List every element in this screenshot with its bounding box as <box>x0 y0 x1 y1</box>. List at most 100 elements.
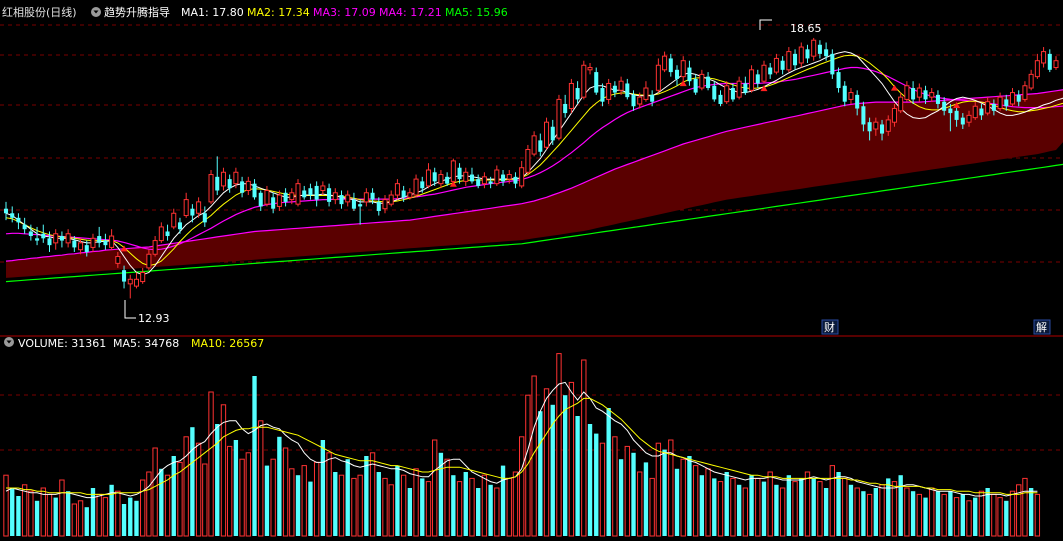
volume-bar <box>413 468 419 537</box>
candle-body <box>35 238 40 241</box>
candle <box>773 53 779 75</box>
volume-bar <box>376 472 381 536</box>
candle-body <box>1004 99 1009 107</box>
volume-bar <box>519 436 525 537</box>
volume-bar <box>1034 493 1041 537</box>
candle <box>358 199 363 225</box>
volume-toggle[interactable] <box>4 337 14 347</box>
candle-body <box>84 245 89 252</box>
ma-legend-item-5: MA5: 15.96 <box>445 6 508 19</box>
volume-bar <box>631 452 636 536</box>
candle-body <box>506 174 512 180</box>
candle <box>625 78 630 100</box>
candle <box>65 229 71 248</box>
candle-body <box>276 194 282 207</box>
candle-body <box>72 240 77 248</box>
volume-bar <box>649 477 655 537</box>
candle <box>736 76 742 100</box>
candle <box>183 192 189 218</box>
volume-bar <box>680 458 686 537</box>
volume-bar <box>755 477 761 537</box>
volume-bar <box>121 504 127 536</box>
candle-body <box>220 171 226 187</box>
volume-bar <box>674 468 680 536</box>
volume-bar <box>761 481 767 536</box>
candle-body <box>481 176 487 185</box>
candle <box>575 81 580 104</box>
volume-bar <box>289 468 295 537</box>
candle <box>252 179 257 200</box>
candle <box>425 163 432 189</box>
candle <box>743 76 748 95</box>
volume-bar <box>159 468 164 536</box>
candle-body <box>556 98 562 139</box>
candle <box>655 58 661 93</box>
candle <box>382 195 388 214</box>
volume-bars <box>3 353 1041 537</box>
candle-body <box>836 72 841 89</box>
candle <box>761 60 767 84</box>
candle <box>674 65 680 86</box>
candle <box>140 267 146 284</box>
volume-bar <box>71 503 78 537</box>
ma-legend-item-4: MA4: 17.21 <box>379 6 442 19</box>
volume-bar <box>898 475 903 536</box>
candle-body <box>202 213 207 223</box>
candle <box>488 176 493 189</box>
volume-bar <box>338 474 345 537</box>
high-price-label: 18.65 <box>790 22 822 35</box>
candle <box>388 190 394 207</box>
volume-bar <box>804 471 811 537</box>
volume-bar <box>873 488 878 536</box>
indicator-toggle[interactable] <box>91 7 101 17</box>
volume-bar <box>779 487 786 537</box>
volume-bar <box>345 459 350 536</box>
volume-bar <box>469 477 475 537</box>
candle <box>513 172 518 189</box>
signal-arrow <box>890 84 898 91</box>
candle <box>600 83 605 107</box>
volume-bar <box>736 484 742 536</box>
candle-body <box>258 192 263 207</box>
candle <box>133 272 139 289</box>
volume-bar <box>202 463 208 537</box>
candle <box>177 217 182 234</box>
candle <box>420 176 425 193</box>
candle-body <box>948 108 953 114</box>
candle-body <box>867 122 872 132</box>
volume-bar <box>823 488 829 536</box>
unlock-marker[interactable]: 解 <box>1036 320 1047 334</box>
volume-bar <box>742 487 749 537</box>
candle <box>171 208 177 230</box>
candle-body <box>283 192 288 202</box>
candle-body <box>650 94 655 102</box>
volume-bar <box>128 497 133 536</box>
candle-body <box>811 39 817 57</box>
candle <box>556 94 562 141</box>
candle-body <box>345 194 351 203</box>
volume-ma10-value: 26567 <box>229 337 264 350</box>
volume-bar <box>978 490 985 537</box>
ma-legend-item-1: MA1: 17.80 <box>181 6 244 19</box>
candle-body <box>1041 51 1047 64</box>
candle <box>680 56 686 82</box>
volume-bar <box>481 474 488 537</box>
candle <box>394 179 400 200</box>
candle-body <box>208 174 214 203</box>
candle <box>10 206 15 223</box>
candle-body <box>575 88 580 100</box>
candle-body <box>183 199 189 217</box>
candle-body <box>786 51 792 71</box>
volume-bar <box>171 456 176 536</box>
candle-body <box>407 192 413 198</box>
candle-body <box>712 85 717 100</box>
candle-body <box>736 80 742 98</box>
volume-bar <box>233 440 239 536</box>
volume-bar <box>556 353 562 537</box>
candle <box>786 47 792 73</box>
candle-body <box>966 114 972 123</box>
candle <box>59 231 64 248</box>
finance-marker[interactable]: 财 <box>824 320 835 334</box>
candle-body <box>501 174 506 182</box>
volume-bar <box>488 484 493 536</box>
